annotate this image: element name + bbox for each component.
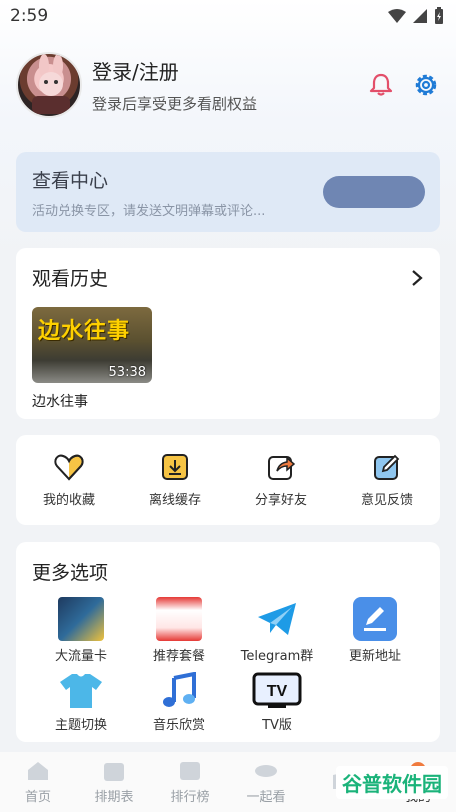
bunny-avatar-icon	[32, 54, 70, 114]
profile-text[interactable]: 登录/注册 登录后享受更多看剧权益	[92, 56, 368, 114]
tab-ranking[interactable]: 排行榜	[155, 760, 225, 805]
history-thumbnail[interactable]: 边水往事 53:38	[32, 307, 152, 383]
ranking-icon	[180, 761, 200, 780]
option-label: 主题切换	[54, 718, 107, 733]
option-tv[interactable]: TV TV版	[228, 672, 326, 733]
login-subtitle: 登录后享受更多看剧权益	[92, 95, 258, 113]
tab-label: 排期表	[94, 789, 134, 805]
home-icon	[28, 761, 48, 780]
center-subtitle: 活动兑换专区，请发送文明弹幕或评论...	[32, 203, 266, 219]
center-action-button[interactable]	[323, 176, 425, 208]
action-share[interactable]: 分享好友	[236, 453, 326, 508]
view-center-card[interactable]: 查看中心 活动兑换专区，请发送文明弹幕或评论...	[16, 152, 440, 232]
tab-home[interactable]: 首页	[3, 760, 73, 805]
status-icons	[388, 7, 444, 25]
video-duration: 53:38	[108, 365, 146, 380]
share-icon	[268, 455, 295, 480]
battery-icon	[435, 7, 443, 24]
option-package[interactable]: 推荐套餐	[130, 597, 228, 664]
tshirt-icon	[60, 674, 102, 708]
gear-icon[interactable]	[412, 71, 440, 99]
option-label: Telegram群	[240, 649, 314, 664]
profile-actions	[368, 71, 440, 99]
tab-label: 首页	[24, 789, 51, 805]
action-favorites[interactable]: 我的收藏	[24, 453, 114, 508]
svg-text:TV: TV	[267, 683, 288, 700]
option-music[interactable]: 音乐欣赏	[130, 672, 228, 733]
eye-icon	[255, 764, 277, 777]
wifi-icon	[388, 9, 406, 23]
action-label: 离线缓存	[148, 492, 201, 508]
poster-title: 边水往事	[38, 319, 131, 344]
music-icon	[163, 672, 196, 707]
action-feedback[interactable]: 意见反馈	[342, 453, 432, 508]
more-options-title: 更多选项	[32, 562, 109, 584]
action-offline-cache[interactable]: 离线缓存	[130, 453, 220, 508]
action-label: 分享好友	[254, 492, 307, 508]
quick-actions-card: 我的收藏 离线缓存 分享好友 意见反馈	[16, 435, 440, 525]
avatar[interactable]	[16, 52, 82, 118]
tab-schedule[interactable]: 排期表	[79, 760, 149, 805]
signal-icon	[413, 9, 427, 23]
heart-icon	[54, 454, 84, 480]
more-options-grid: 大流量卡 推荐套餐 Telegram群 更新地址 主题切换 音乐欣赏 TV TV…	[32, 597, 424, 733]
option-data-card[interactable]: 大流量卡	[32, 597, 130, 664]
calendar-icon	[104, 762, 124, 781]
option-update-address[interactable]: 更新地址	[326, 597, 424, 664]
history-title: 观看历史	[32, 268, 109, 290]
option-label: 大流量卡	[54, 649, 107, 664]
feedback-icon	[374, 454, 400, 480]
history-video-title[interactable]: 边水往事	[32, 391, 424, 411]
option-theme[interactable]: 主题切换	[32, 672, 130, 733]
profile-header: 登录/注册 登录后享受更多看剧权益	[16, 50, 440, 120]
watermark-text: 谷普软件园	[342, 772, 442, 796]
option-telegram[interactable]: Telegram群	[228, 597, 326, 664]
option-label: 音乐欣赏	[152, 718, 205, 733]
center-title: 查看中心	[32, 169, 109, 192]
more-options-card: 更多选项 大流量卡 推荐套餐 Telegram群 更新地址 主题切换 音乐欣赏 …	[16, 542, 440, 742]
tv-icon: TV	[252, 672, 302, 708]
download-icon	[162, 453, 188, 480]
option-label: TV版	[262, 718, 292, 733]
history-header[interactable]: 观看历史	[32, 264, 424, 291]
tab-watch-together[interactable]: 一起看	[231, 760, 301, 805]
update-icon	[353, 597, 397, 641]
option-label: 推荐套餐	[152, 649, 205, 664]
center-text: 查看中心 活动兑换专区，请发送文明弹幕或评论...	[32, 166, 265, 219]
option-label: 更新地址	[348, 649, 401, 664]
watch-history-card: 观看历史 边水往事 53:38 边水往事	[16, 248, 440, 419]
telegram-icon	[258, 603, 296, 635]
chevron-right-icon[interactable]	[410, 269, 424, 287]
bell-icon[interactable]	[368, 72, 394, 98]
data-card-icon	[58, 597, 104, 641]
site-watermark: 谷普软件园	[336, 766, 448, 799]
status-bar: 2:59	[0, 0, 456, 32]
tab-label: 排行榜	[170, 789, 210, 805]
action-label: 意见反馈	[360, 492, 413, 508]
login-title[interactable]: 登录/注册	[92, 56, 368, 85]
tab-label: 一起看	[246, 789, 286, 805]
status-time: 2:59	[10, 6, 49, 26]
action-label: 我的收藏	[42, 492, 95, 508]
package-icon	[156, 597, 202, 641]
